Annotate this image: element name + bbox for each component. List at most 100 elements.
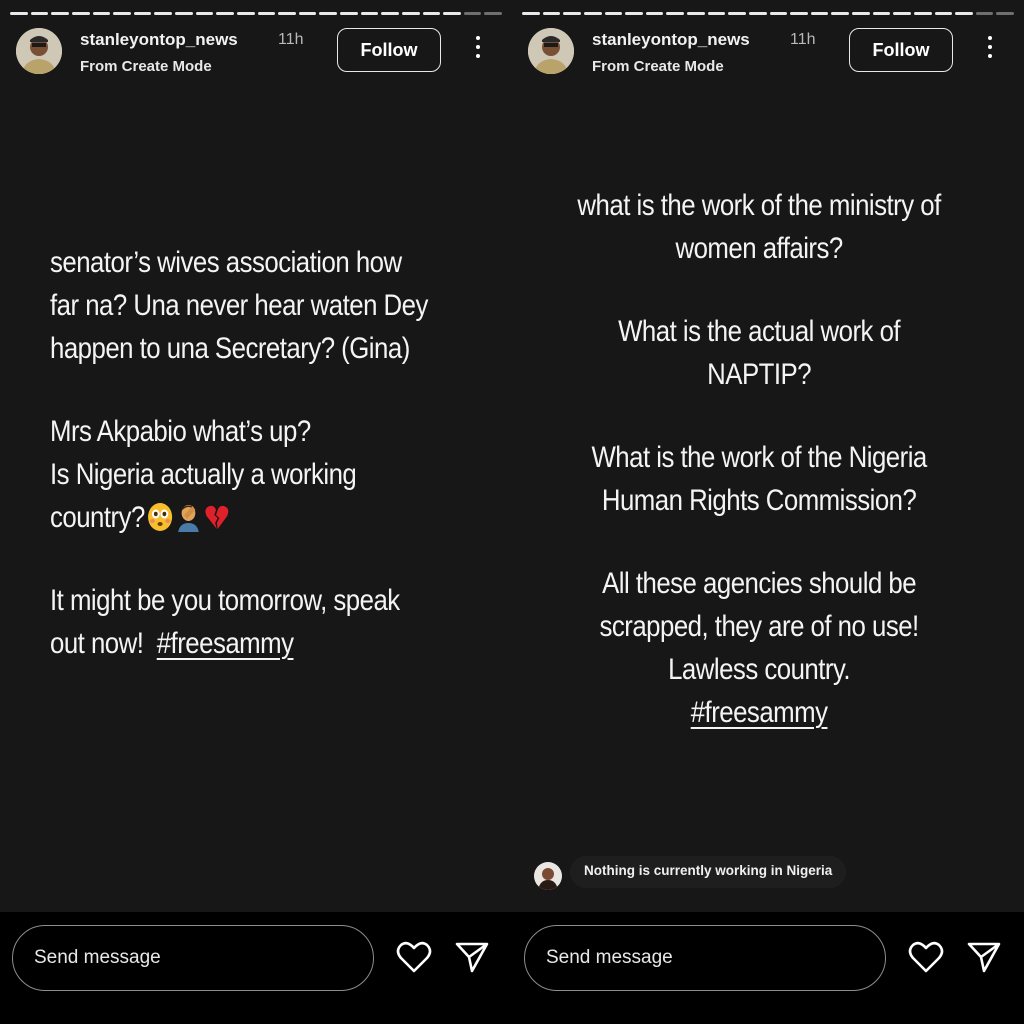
progress-segment: [298, 12, 317, 15]
progress-segment: [92, 12, 111, 15]
progress-segment: [443, 12, 461, 15]
progress-segment: [484, 12, 502, 15]
progress-segment: [728, 12, 746, 15]
progress-segment: [810, 12, 829, 15]
progress-segment: [872, 12, 891, 15]
progress-segment: [748, 12, 767, 15]
text-line: out now!: [50, 627, 144, 660]
progress-segment: [769, 12, 788, 15]
text-line: women affairs?: [675, 232, 843, 265]
progress-segment: [360, 12, 379, 15]
post-time: 11h: [790, 31, 816, 48]
more-options-icon[interactable]: [473, 36, 483, 64]
text-line: senator’s wives association how: [50, 246, 402, 279]
progress-segment: [687, 12, 705, 15]
progress-segment: [996, 12, 1014, 15]
story-text: senator’s wives association how far na? …: [50, 241, 480, 665]
progress-segment: [381, 12, 399, 15]
text-line: What is the actual work of: [618, 315, 901, 348]
progress-segment: [195, 12, 214, 15]
progress-segment: [175, 12, 193, 15]
progress-segment: [401, 12, 420, 15]
story-progress-bar: [522, 12, 1014, 15]
progress-segment: [955, 12, 973, 15]
facepalm-emoji: [176, 501, 202, 532]
send-message-input[interactable]: Send message: [524, 925, 886, 991]
reply-avatar: [534, 862, 562, 890]
reply-comment[interactable]: Nothing is currently working in Nigeria: [570, 856, 847, 888]
hashtag-link[interactable]: #freesammy: [691, 696, 828, 729]
text-line: country?: [50, 501, 145, 534]
progress-segment: [852, 12, 870, 15]
avatar[interactable]: [528, 28, 574, 74]
hashtag-link[interactable]: #freesammy: [157, 627, 294, 660]
text-line: Is Nigeria actually a working: [50, 458, 357, 491]
story-header: stanleyontop_news 11h From Create Mode F…: [528, 28, 1008, 78]
username[interactable]: stanleyontop_news: [80, 30, 238, 50]
story-footer: Send message: [0, 912, 512, 1024]
story-text: what is the work of the ministry of wome…: [557, 184, 961, 734]
progress-segment: [340, 12, 358, 15]
text-line-with-hashtag: out now! #freesammy: [50, 622, 480, 665]
heart-icon[interactable]: [396, 940, 432, 974]
story-panel-left[interactable]: stanleyontop_news 11h From Create Mode F…: [0, 0, 512, 1024]
flushed-face-emoji: [147, 501, 173, 531]
text-line: scrapped, they are of no use!: [599, 610, 919, 643]
progress-segment: [645, 12, 664, 15]
progress-segment: [216, 12, 234, 15]
post-time: 11h: [278, 31, 304, 48]
text-line: It might be you tomorrow, speak: [50, 584, 400, 617]
progress-segment: [975, 12, 994, 15]
progress-segment: [236, 12, 255, 15]
story-progress-bar: [10, 12, 502, 15]
progress-segment: [30, 12, 49, 15]
progress-segment: [934, 12, 953, 15]
progress-segment: [422, 12, 441, 15]
progress-segment: [257, 12, 276, 15]
progress-segment: [707, 12, 726, 15]
text-line: happen to una Secretary? (Gina): [50, 332, 410, 365]
progress-segment: [831, 12, 849, 15]
text-line: NAPTIP?: [707, 358, 812, 391]
progress-segment: [563, 12, 581, 15]
progress-segment: [154, 12, 172, 15]
send-icon[interactable]: [455, 940, 489, 974]
progress-segment: [278, 12, 296, 15]
text-line: what is the work of the ministry of: [577, 189, 941, 222]
text-line: far na? Una never hear waten Dey: [50, 289, 428, 322]
progress-segment: [319, 12, 337, 15]
story-footer: Send message: [512, 912, 1024, 1024]
text-line-with-emoji: country?: [50, 496, 480, 539]
send-icon[interactable]: [967, 940, 1001, 974]
progress-segment: [522, 12, 540, 15]
progress-segment: [913, 12, 932, 15]
progress-segment: [113, 12, 131, 15]
progress-segment: [666, 12, 684, 15]
progress-segment: [893, 12, 911, 15]
send-message-input[interactable]: Send message: [12, 925, 374, 991]
text-line: What is the work of the Nigeria: [591, 441, 927, 474]
progress-segment: [10, 12, 28, 15]
progress-segment: [625, 12, 643, 15]
username[interactable]: stanleyontop_news: [592, 30, 750, 50]
progress-segment: [51, 12, 69, 15]
progress-segment: [71, 12, 90, 15]
broken-heart-emoji: [204, 501, 230, 531]
avatar[interactable]: [16, 28, 62, 74]
progress-segment: [583, 12, 602, 15]
progress-segment: [133, 12, 152, 15]
text-line: All these agencies should be: [602, 567, 917, 600]
progress-segment: [790, 12, 808, 15]
heart-icon[interactable]: [908, 940, 944, 974]
text-line: Lawless country.: [668, 653, 851, 686]
follow-button[interactable]: Follow: [849, 28, 953, 72]
text-line: Human Rights Commission?: [601, 484, 917, 517]
progress-segment: [604, 12, 623, 15]
story-subtitle: From Create Mode: [592, 58, 724, 75]
story-subtitle: From Create Mode: [80, 58, 212, 75]
text-line: Mrs Akpabio what’s up?: [50, 415, 311, 448]
follow-button[interactable]: Follow: [337, 28, 441, 72]
more-options-icon[interactable]: [985, 36, 995, 64]
story-header: stanleyontop_news 11h From Create Mode F…: [16, 28, 496, 78]
progress-segment: [542, 12, 561, 15]
